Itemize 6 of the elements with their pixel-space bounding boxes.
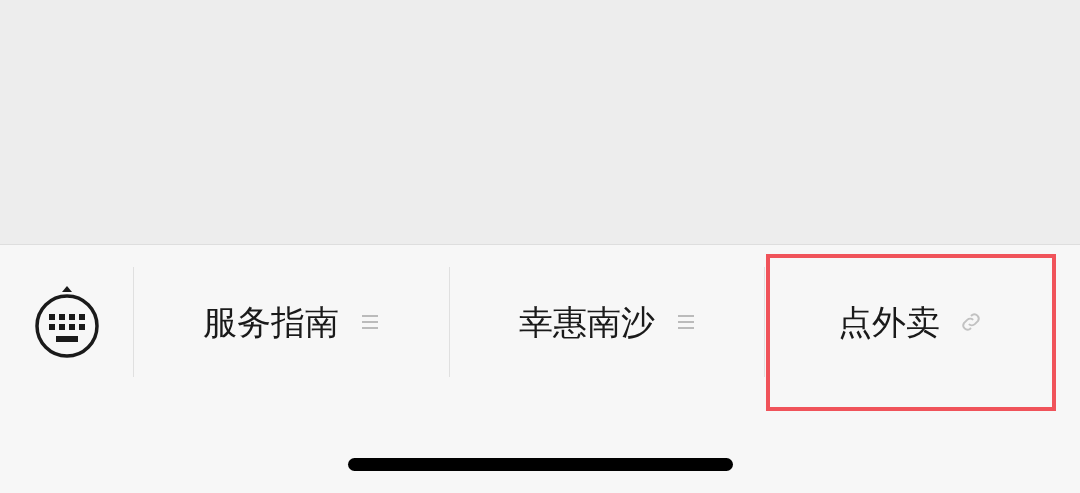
menu-icon (677, 313, 695, 331)
menu-icon (361, 313, 380, 331)
keyboard-icon (32, 284, 101, 360)
menu-item[interactable]: 服务指南 (134, 267, 449, 377)
menu-item[interactable]: 点外卖 (766, 253, 1057, 411)
menu-item[interactable]: 幸惠南沙 (449, 267, 765, 377)
